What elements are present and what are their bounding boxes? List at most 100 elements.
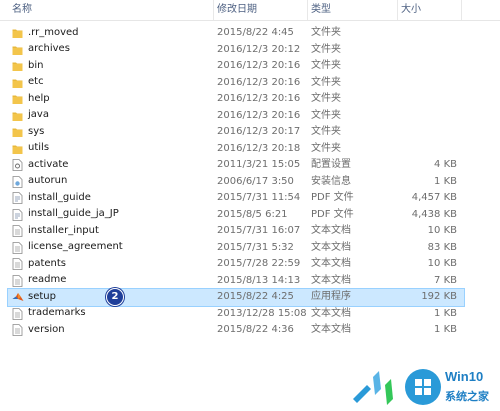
text-file-icon [12, 324, 23, 336]
file-type: 文本文档 [311, 241, 351, 253]
file-date: 2015/8/22 4:25 [217, 291, 294, 302]
folder-icon [12, 110, 23, 122]
file-name: readme [28, 274, 67, 286]
file-row[interactable]: .rr_moved 2015/8/22 4:45 文件夹 [0, 25, 500, 42]
file-row[interactable]: readme 2015/8/13 14:13 文本文档 7 KB [0, 273, 500, 290]
folder-icon [12, 60, 23, 72]
file-date: 2015/8/22 4:36 [217, 324, 294, 335]
file-name-cell: patents [12, 256, 66, 272]
file-row[interactable]: install_guide_ja_JP 2015/8/5 6:21 PDF 文件 4,… [0, 207, 500, 224]
file-size: 4,457 KB [411, 192, 457, 203]
file-type: 文件夹 [311, 142, 341, 154]
file-type: 文本文档 [311, 307, 351, 319]
file-name: autorun [28, 175, 68, 187]
file-date: 2016/12/3 20:16 [217, 76, 301, 88]
file-row[interactable]: installer_input 2015/7/31 16:07 文本文档 10 KB [0, 223, 500, 240]
file-name: sys [28, 125, 45, 137]
file-name-cell: etc [12, 75, 44, 91]
file-type: 文件夹 [311, 109, 341, 121]
file-date: 2016/12/3 20:16 [217, 93, 301, 104]
file-row[interactable]: utils 2016/12/3 20:18 文件夹 [0, 141, 500, 158]
file-name-cell: setup [12, 289, 56, 305]
file-row[interactable]: setup 2015/8/22 4:25 应用程序 192 KB [7, 288, 465, 307]
file-row[interactable]: activate 2011/3/21 15:05 配置设置 4 KB [0, 157, 500, 174]
file-name-cell: install_guide [12, 190, 91, 206]
file-name: java [28, 109, 49, 121]
settings-file-icon [12, 159, 23, 171]
file-date: 2016/12/3 20:12 [217, 43, 301, 55]
file-date: 2016/12/3 20:16 [217, 109, 301, 121]
column-header-type[interactable]: 类型 [307, 0, 397, 20]
file-name-cell: activate [12, 157, 68, 173]
file-name: install_guide [28, 191, 91, 203]
file-size: 83 KB [427, 241, 457, 253]
file-row[interactable]: archives 2016/12/3 20:12 文件夹 [0, 42, 500, 59]
file-type: 文件夹 [311, 60, 341, 71]
file-name: activate [28, 158, 69, 170]
watermark: Win10 系统之家 [345, 355, 500, 411]
file-type: 文件夹 [311, 43, 341, 55]
file-date: 2015/7/28 22:59 [217, 258, 301, 269]
file-name-cell: version [12, 322, 65, 338]
folder-icon [12, 93, 23, 105]
file-date: 2015/8/13 14:13 [217, 274, 301, 286]
file-name: help [28, 92, 50, 104]
file-type: PDF 文件 [311, 192, 354, 203]
file-name: setup [28, 290, 56, 302]
file-type: 应用程序 [311, 291, 351, 302]
file-row[interactable]: java 2016/12/3 20:16 文件夹 [0, 108, 500, 125]
file-type: 文本文档 [311, 225, 351, 236]
file-name: .rr_moved [28, 26, 79, 38]
file-date: 2015/8/5 6:21 [217, 208, 288, 220]
file-name-cell: trademarks [12, 306, 86, 322]
file-date: 2016/12/3 20:16 [217, 60, 301, 71]
file-name: patents [28, 257, 67, 269]
text-file-icon [12, 307, 23, 320]
file-row[interactable]: trademarks 2013/12/28 15:08 文本文档 1 KB [0, 306, 500, 323]
file-name-cell: autorun [12, 174, 67, 190]
file-type: 文件夹 [311, 76, 341, 88]
text-file-icon [12, 274, 23, 287]
file-name-cell: installer_input [12, 223, 99, 239]
folder-icon [12, 77, 23, 89]
file-size: 1 KB [434, 307, 457, 319]
column-divider[interactable] [461, 0, 462, 20]
file-date: 2016/12/3 20:18 [217, 142, 301, 154]
folder-icon [12, 143, 23, 155]
file-row[interactable]: install_guide 2015/7/31 11:54 PDF 文件 4,457 … [0, 190, 500, 207]
file-name-cell: .rr_moved [12, 25, 79, 41]
matlab-app-icon [12, 291, 24, 303]
file-type: PDF 文件 [311, 208, 354, 220]
file-row[interactable]: sys 2016/12/3 20:17 文件夹 [0, 124, 500, 141]
file-row[interactable]: help 2016/12/3 20:16 文件夹 [0, 91, 500, 108]
file-name: license_agreement [28, 241, 123, 253]
column-header-size[interactable]: 大小 [397, 0, 461, 20]
file-row[interactable]: patents 2015/7/28 22:59 文本文档 10 KB [0, 256, 500, 273]
file-row[interactable]: version 2015/8/22 4:36 文本文档 1 KB [0, 322, 500, 339]
file-type: 配置设置 [311, 159, 351, 170]
file-size: 7 KB [434, 274, 457, 286]
file-row[interactable]: etc 2016/12/3 20:16 文件夹 [0, 75, 500, 92]
file-date: 2016/12/3 20:17 [217, 126, 301, 137]
file-name: utils [28, 142, 50, 154]
file-type: 文件夹 [311, 93, 341, 104]
file-type: 文本文档 [311, 274, 351, 286]
folder-icon [12, 27, 23, 39]
pdf-file-icon [12, 208, 23, 221]
file-row[interactable]: autorun 2006/6/17 3:50 安装信息 1 KB [0, 174, 500, 191]
file-name-cell: license_agreement [12, 240, 123, 256]
text-file-icon [12, 225, 23, 237]
column-header-date[interactable]: 修改日期 [213, 0, 307, 20]
file-type: 文本文档 [311, 258, 351, 269]
column-header-name[interactable]: 名称 [8, 0, 213, 20]
text-file-icon [12, 258, 23, 270]
file-date: 2015/7/31 16:07 [217, 225, 301, 236]
file-date: 2015/7/31 5:32 [217, 241, 294, 253]
file-date: 2006/6/17 3:50 [217, 175, 294, 187]
file-row[interactable]: license_agreement 2015/7/31 5:32 文本文档 83 KB [0, 240, 500, 257]
file-type: 安装信息 [311, 175, 351, 187]
file-row[interactable]: bin 2016/12/3 20:16 文件夹 [0, 58, 500, 75]
file-type: 文件夹 [311, 27, 341, 38]
file-list: .rr_moved 2015/8/22 4:45 文件夹 archives 2016/1… [0, 25, 500, 339]
file-size: 1 KB [434, 175, 457, 187]
